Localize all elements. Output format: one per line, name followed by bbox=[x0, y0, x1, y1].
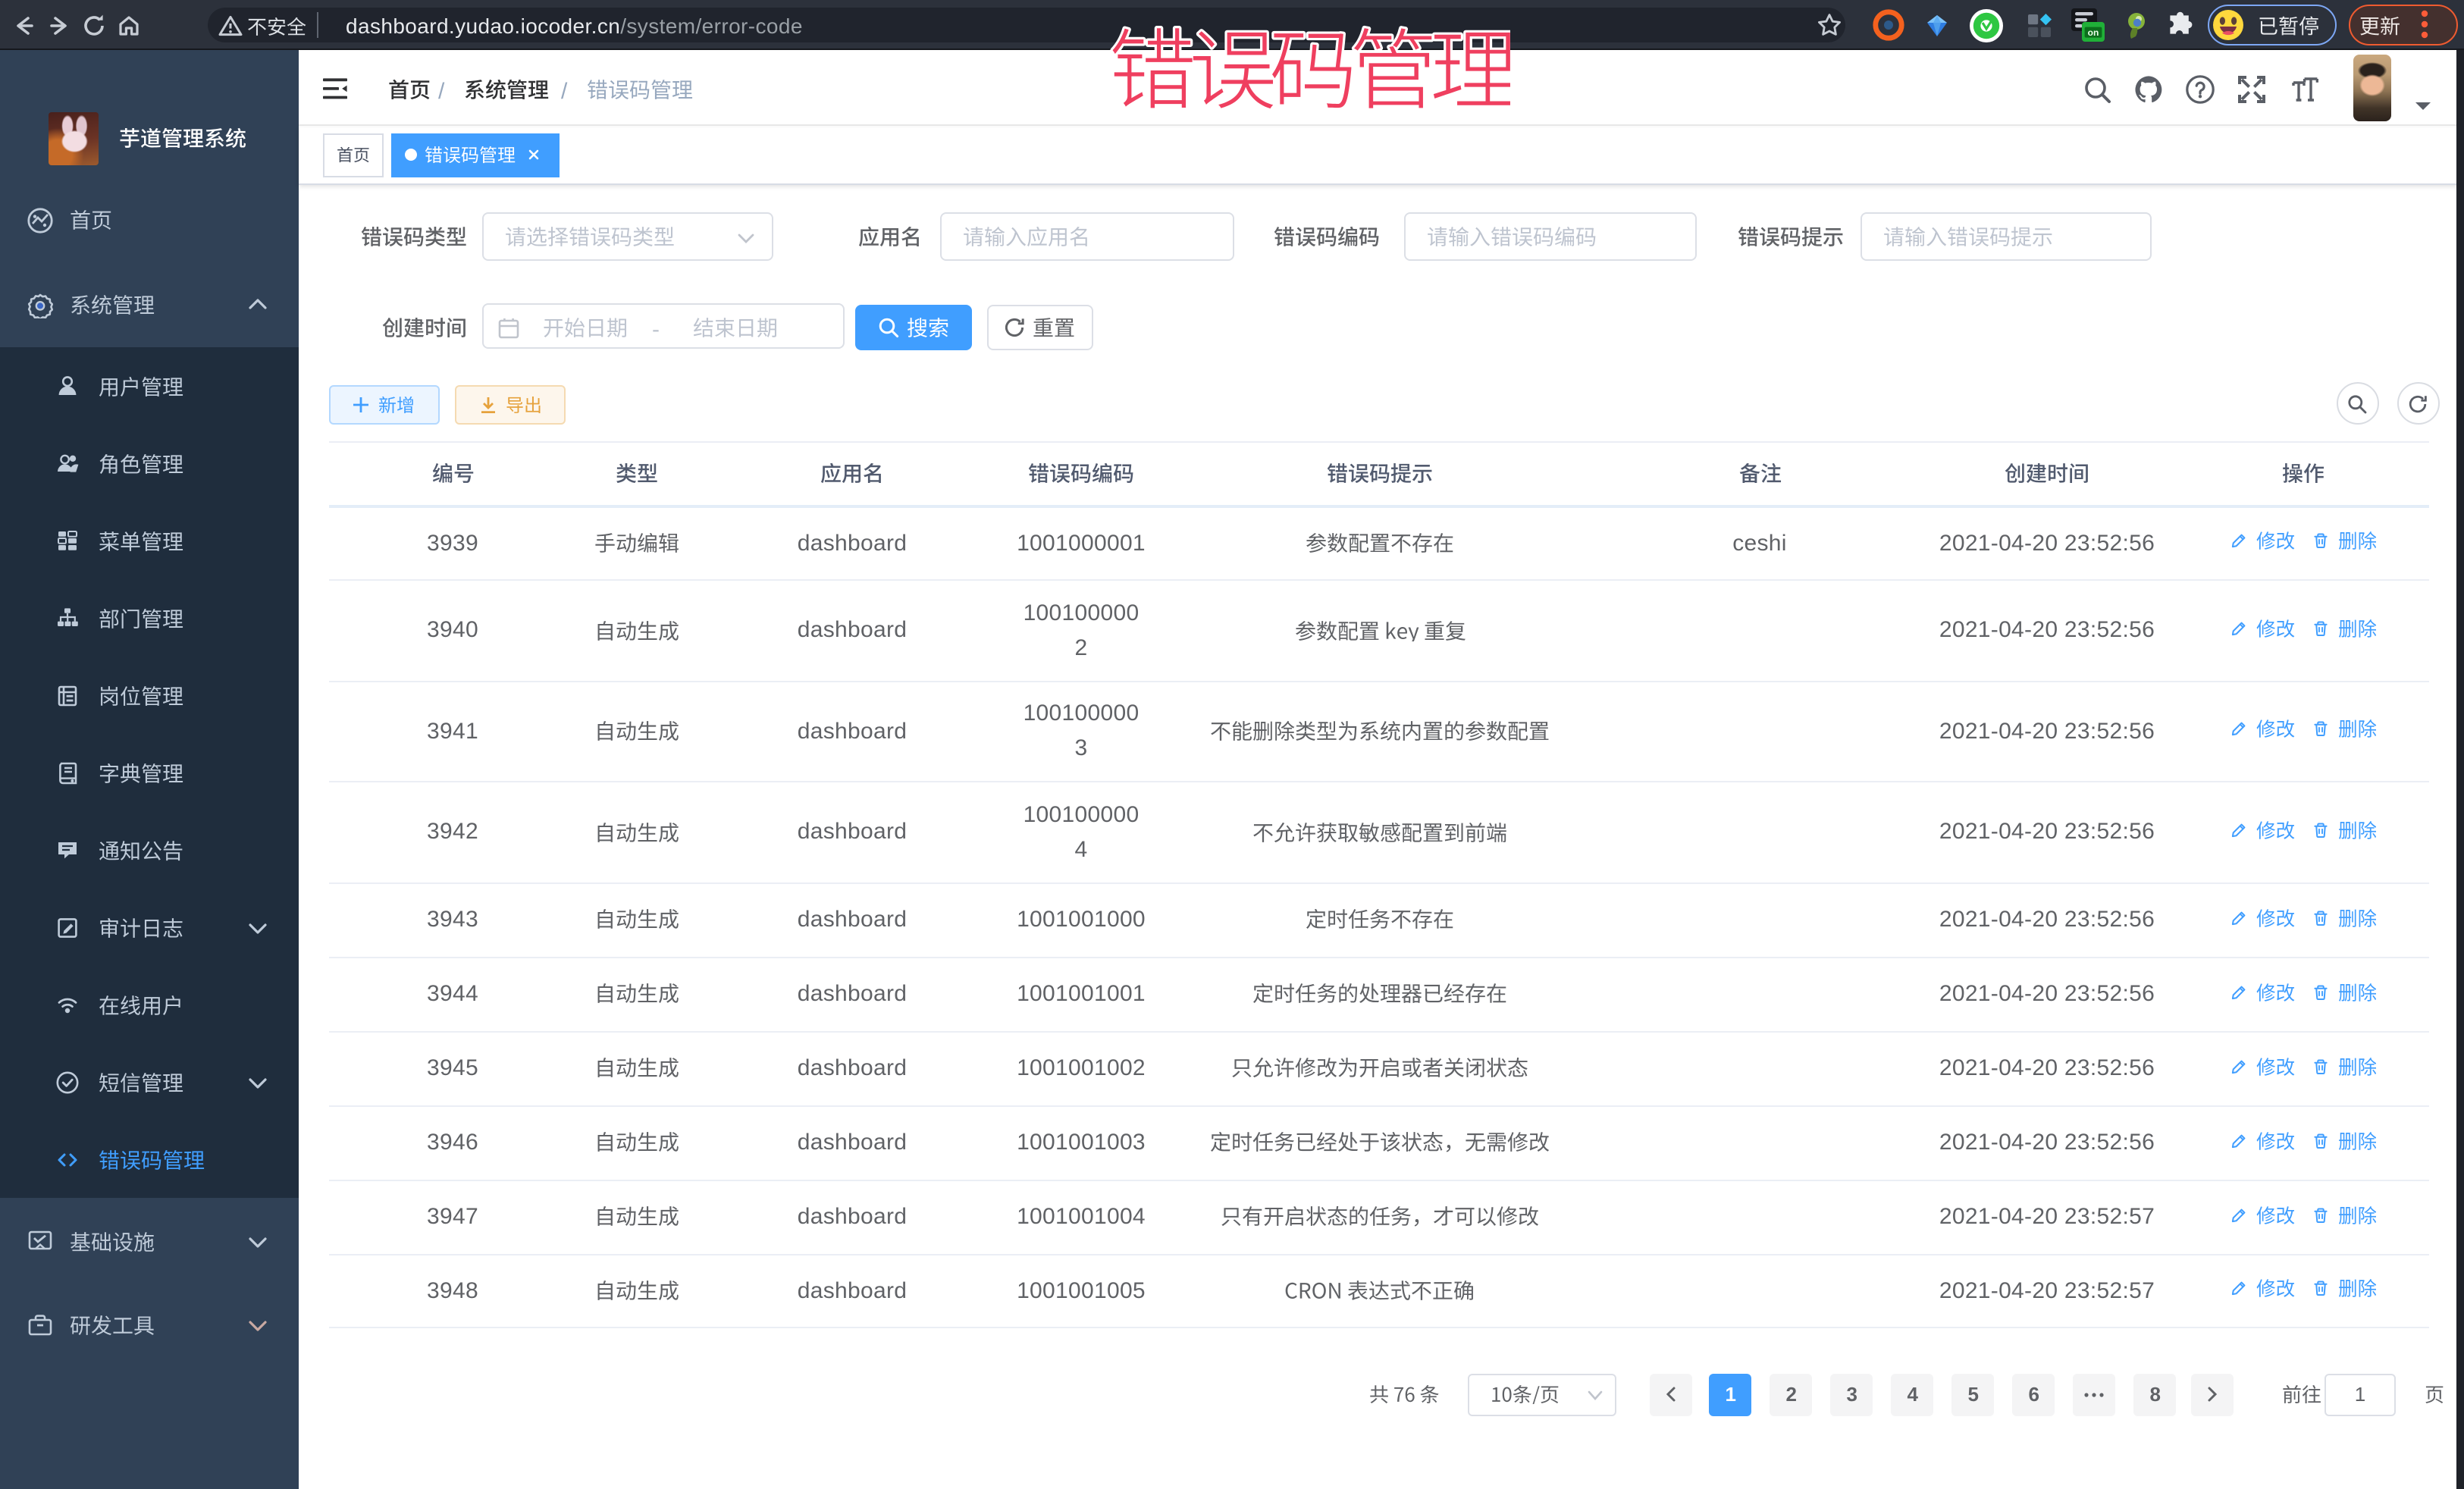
svg-text:on: on bbox=[2088, 27, 2099, 37]
